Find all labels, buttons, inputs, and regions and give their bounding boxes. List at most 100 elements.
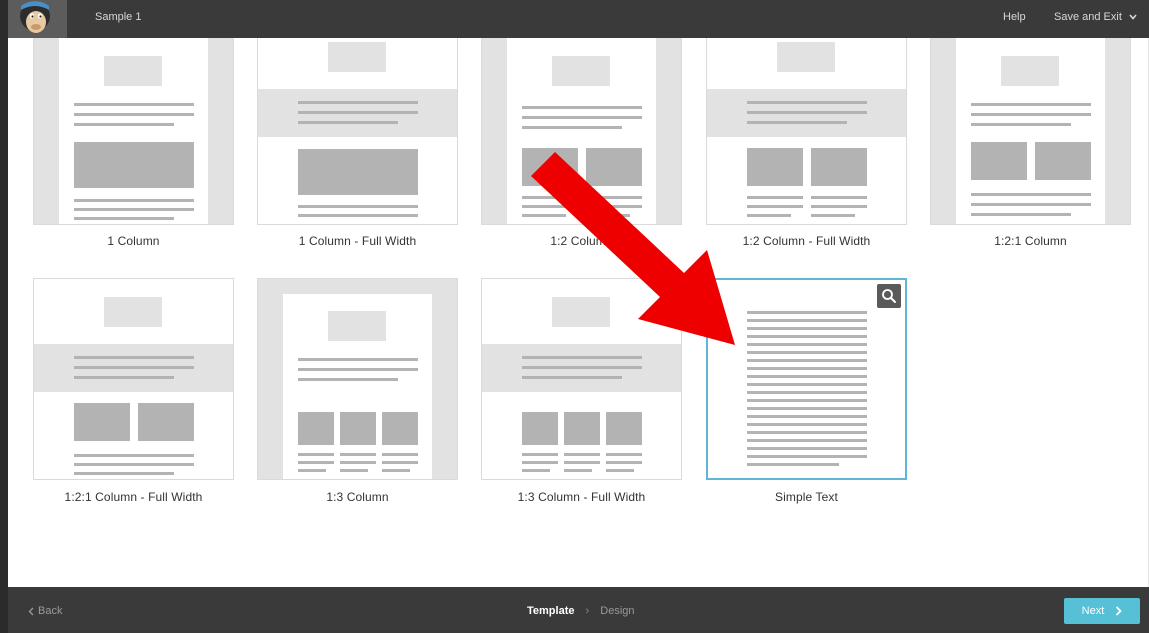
thumb-text-line	[971, 203, 1091, 206]
thumb-logo-block	[552, 56, 610, 86]
preview-zoom-button[interactable]	[877, 284, 901, 308]
thumb-image-block	[138, 403, 194, 441]
app-logo[interactable]	[8, 0, 67, 38]
thumb-text-line	[298, 101, 418, 104]
next-button[interactable]: Next	[1064, 598, 1140, 624]
chevron-right-icon	[1116, 606, 1123, 616]
thumb-text-line	[747, 423, 867, 426]
thumb-text-line	[522, 356, 642, 359]
thumb-text-line	[522, 196, 578, 199]
thumb-image-block	[811, 148, 867, 186]
thumb-text-line	[811, 214, 855, 217]
template-card-1-2-1-column-full-width[interactable]	[33, 278, 234, 480]
thumb-text-line	[382, 461, 418, 464]
thumb-text-line	[747, 463, 839, 466]
thumb-text-line	[971, 113, 1091, 116]
step-template[interactable]: Template	[527, 605, 574, 617]
thumb-image-block	[586, 148, 642, 186]
thumb-text-line	[522, 376, 622, 379]
thumb-text-line	[811, 196, 867, 199]
template-card-1-2-1-column[interactable]	[930, 38, 1131, 225]
thumb-text-line	[747, 383, 867, 386]
thumb-text-line	[747, 447, 867, 450]
thumb-text-line	[74, 199, 194, 202]
template-label: 1 Column - Full Width	[298, 234, 417, 248]
template-card-1-3-column-full-width[interactable]	[481, 278, 682, 480]
thumb-text-line	[298, 214, 418, 217]
thumb-text-line	[747, 375, 867, 378]
help-link[interactable]: Help	[1003, 11, 1026, 23]
thumb-text-line	[74, 356, 194, 359]
thumb-text-line	[747, 391, 867, 394]
save-and-exit-menu[interactable]: Save and Exit	[1054, 11, 1137, 23]
template-label: 1:3 Column - Full Width	[517, 490, 646, 504]
template-label: 1:2:1 Column - Full Width	[64, 490, 203, 504]
template-label: 1:2 Column	[550, 234, 613, 248]
thumb-text-line	[747, 196, 803, 199]
thumb-logo-block	[552, 297, 610, 327]
thumb-logo-block	[328, 42, 386, 72]
step-design[interactable]: Design	[600, 605, 634, 617]
thumb-image-block	[1035, 142, 1091, 180]
thumb-sidebar	[1105, 38, 1130, 224]
thumb-text-line	[564, 453, 600, 456]
thumb-text-line	[340, 469, 368, 472]
thumb-text-line	[522, 106, 642, 109]
top-bar: Sample 1 Help Save and Exit	[8, 0, 1149, 38]
template-card-simple-text[interactable]	[706, 278, 907, 480]
thumb-text-line	[747, 367, 867, 370]
thumb-image-block	[382, 412, 418, 445]
template-label: 1:3 Column	[326, 490, 389, 504]
wizard-steps: Template › Design	[527, 605, 635, 617]
thumb-text-line	[74, 217, 174, 220]
chevron-down-icon	[1129, 14, 1137, 20]
thumb-text-line	[606, 461, 642, 464]
next-label: Next	[1081, 605, 1105, 617]
thumb-text-line	[340, 461, 376, 464]
thumb-sidebar	[656, 38, 681, 224]
chimp-logo-icon	[20, 1, 50, 33]
thumb-text-line	[298, 368, 418, 371]
thumb-logo-block	[777, 42, 835, 72]
thumb-text-line	[74, 113, 194, 116]
template-card-1-column-full-width[interactable]	[257, 38, 458, 225]
thumb-text-line	[382, 469, 410, 472]
thumb-text-line	[811, 205, 867, 208]
thumb-text-line	[586, 196, 642, 199]
campaign-title: Sample 1	[95, 11, 142, 23]
magnifier-icon	[882, 289, 896, 303]
thumb-text-line	[747, 399, 867, 402]
thumb-text-line	[298, 358, 418, 361]
thumb-image-block	[564, 412, 600, 445]
thumb-text-line	[522, 214, 566, 217]
thumb-text-line	[747, 431, 867, 434]
template-card-1-2-column[interactable]	[481, 38, 682, 225]
thumb-text-line	[74, 463, 194, 466]
template-card-1-3-column[interactable]	[257, 278, 458, 480]
thumb-text-line	[747, 335, 867, 338]
thumb-text-line	[522, 126, 622, 129]
thumb-image-block	[971, 142, 1027, 180]
thumb-text-line	[747, 205, 803, 208]
thumb-text-line	[747, 111, 867, 114]
template-card-1-column[interactable]	[33, 38, 234, 225]
thumb-text-line	[382, 453, 418, 456]
thumb-text-line	[564, 469, 592, 472]
back-button[interactable]: Back	[28, 605, 62, 617]
thumb-image-block	[298, 412, 334, 445]
back-label: Back	[38, 605, 63, 617]
thumb-text-line	[74, 454, 194, 457]
thumb-text-line	[298, 121, 398, 124]
bottom-bar: Back Template › Design Next	[8, 587, 1149, 633]
thumb-image-block	[606, 412, 642, 445]
thumb-text-line	[747, 455, 867, 458]
thumb-text-line	[522, 116, 642, 119]
thumb-text-line	[747, 407, 867, 410]
window-left-edge	[0, 0, 8, 633]
template-label: 1:2 Column - Full Width	[742, 234, 871, 248]
thumb-text-line	[747, 439, 867, 442]
template-card-1-2-column-full-width[interactable]	[706, 38, 907, 225]
thumb-text-line	[74, 376, 174, 379]
thumb-text-line	[747, 214, 791, 217]
thumb-text-line	[298, 461, 334, 464]
